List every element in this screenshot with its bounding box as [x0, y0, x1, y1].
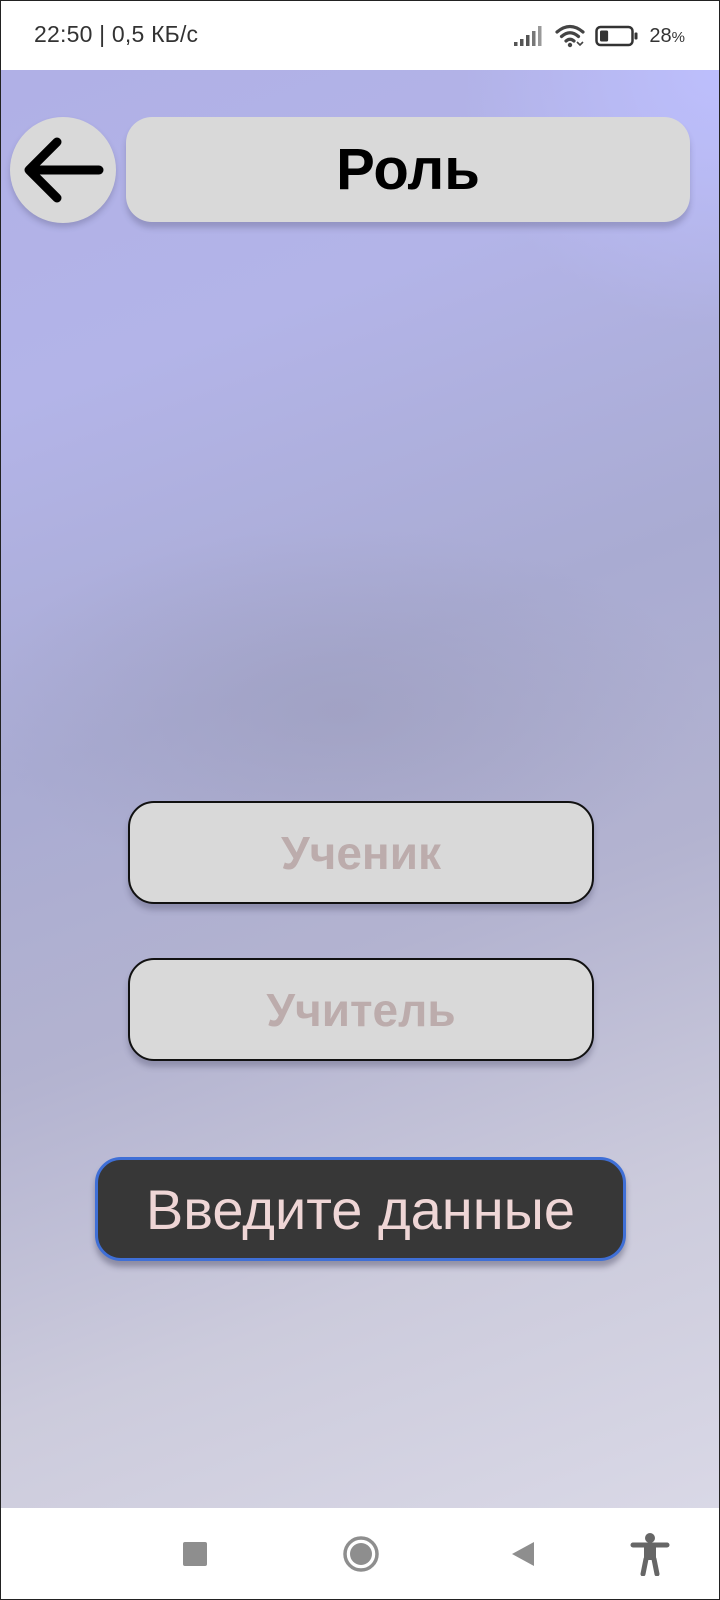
app-screen: Роль Ученик Учитель Введите данные — [0, 70, 720, 1508]
wifi-icon — [555, 24, 586, 48]
back-triangle-icon[interactable] — [499, 1530, 547, 1578]
teacher-role-button[interactable]: Учитель — [128, 958, 594, 1061]
recents-square-icon[interactable] — [171, 1530, 219, 1578]
arrow-left-icon — [24, 137, 104, 203]
page-title: Роль — [336, 137, 480, 202]
enter-data-button[interactable]: Введите данные — [95, 1157, 626, 1261]
status-bar: 22:50 | 0,5 КБ/с 28% — [0, 0, 720, 70]
page-title-box: Роль — [126, 117, 690, 222]
home-circle-icon[interactable] — [337, 1530, 385, 1578]
signal-icon — [514, 26, 542, 46]
battery-percent: 28% — [649, 24, 685, 47]
student-role-button[interactable]: Ученик — [128, 801, 594, 904]
teacher-role-label: Учитель — [266, 983, 456, 1036]
accessibility-icon[interactable] — [626, 1530, 674, 1578]
status-icons: 28% — [513, 20, 685, 52]
enter-data-label: Введите данные — [145, 1177, 576, 1241]
battery-icon — [595, 25, 638, 47]
back-button[interactable] — [10, 117, 116, 223]
status-time: 22:50 | 0,5 КБ/с — [34, 21, 199, 47]
student-role-label: Ученик — [281, 826, 441, 879]
navigation-bar — [0, 1508, 720, 1600]
